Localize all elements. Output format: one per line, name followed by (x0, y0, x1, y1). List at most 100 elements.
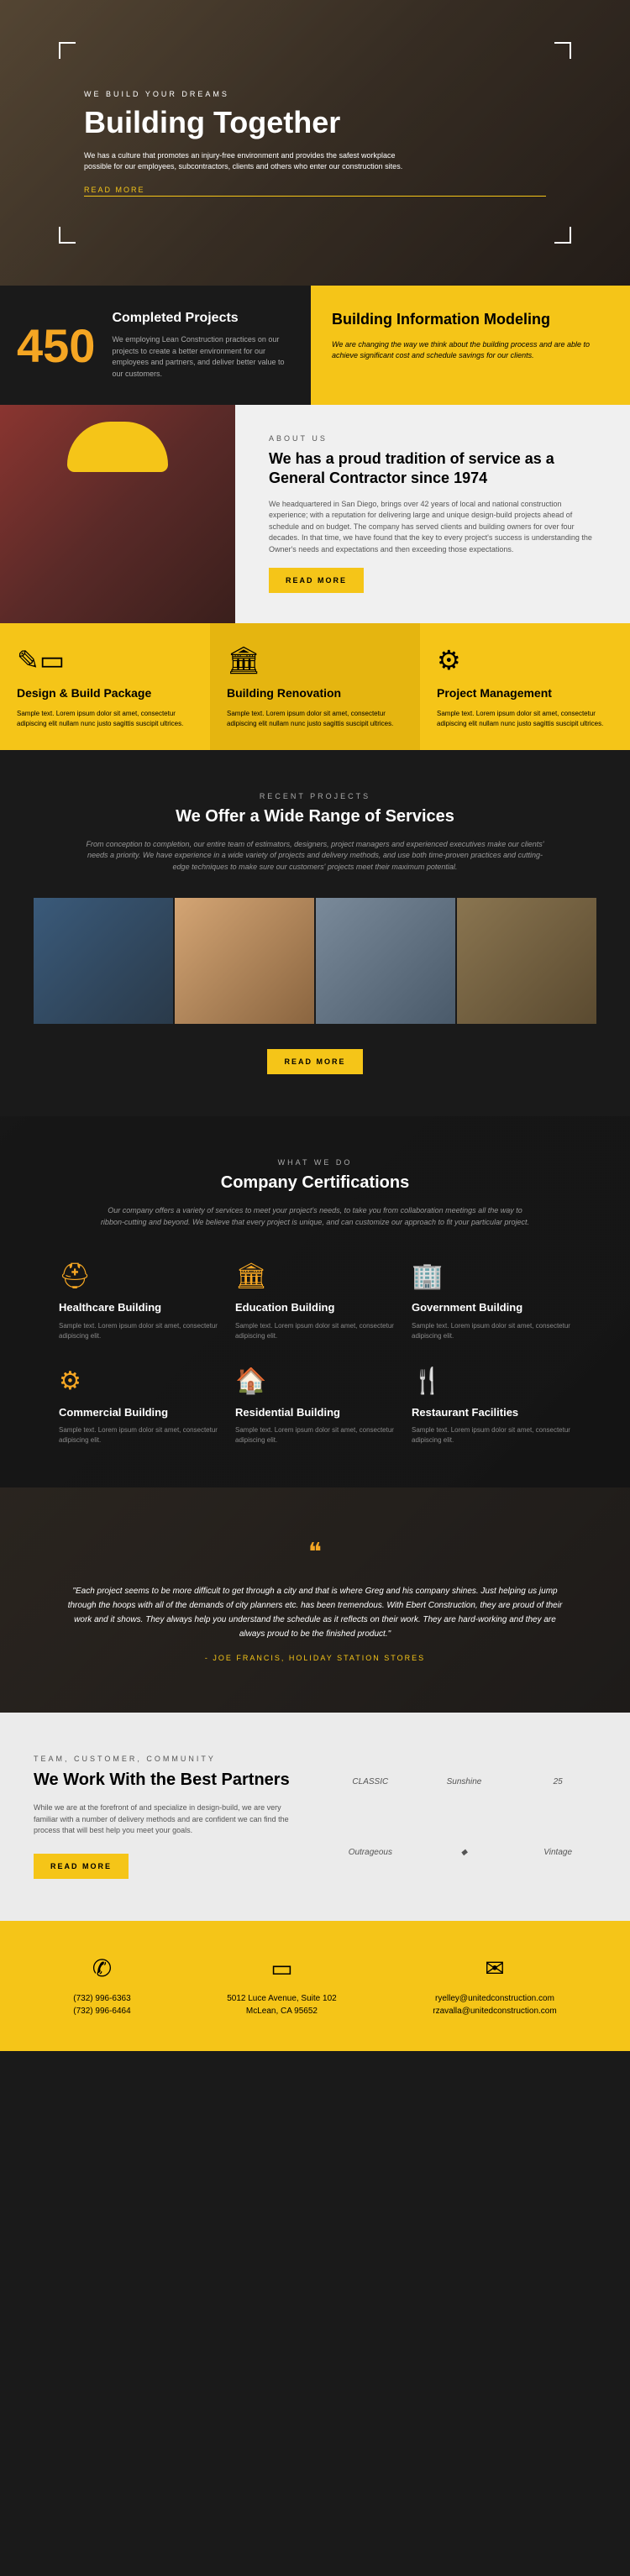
location-icon: ▭ (227, 1954, 336, 1982)
partner-logo: Vintage (519, 1848, 596, 1857)
cert-desc: Sample text. Lorem ipsum dolor sit amet,… (235, 1321, 395, 1341)
service-title: Building Renovation (227, 686, 403, 700)
cert-desc: Sample text. Lorem ipsum dolor sit amet,… (412, 1321, 571, 1341)
contact-address: ▭ 5012 Luce Avenue, Suite 102 McLean, CA… (227, 1954, 336, 2017)
partner-logo: ◆ (426, 1848, 503, 1857)
about-section: ABOUT US We has a proud tradition of ser… (0, 405, 630, 623)
crane-icon: ⚙ (437, 644, 613, 676)
cert-title: Healthcare Building (59, 1301, 218, 1314)
partners-title: We Work With the Best Partners (34, 1770, 298, 1790)
contact-section: ✆ (732) 996-6363 (732) 996-6464 ▭ 5012 L… (0, 1921, 630, 2051)
cert-item: ⚙ Commercial Building Sample text. Lorem i… (59, 1367, 218, 1446)
partner-logo: 25 (519, 1777, 596, 1786)
gallery (34, 898, 596, 1024)
testimonial-section: ❝ "Each project seems to be more difficu… (0, 1487, 630, 1713)
gallery-image[interactable] (175, 898, 314, 1024)
partners-read-more-button[interactable]: READ MORE (34, 1854, 129, 1879)
contact-email: ✉ ryelley@unitedconstruction.com rzavall… (433, 1954, 556, 2017)
cert-desc: Sample text. Lorem ipsum dolor sit amet,… (412, 1425, 571, 1445)
email-address: ryelley@unitedconstruction.com (433, 1992, 556, 2005)
cert-desc: Sample text. Lorem ipsum dolor sit amet,… (59, 1321, 218, 1341)
partner-logo: Outrageous (332, 1848, 409, 1857)
address-line: McLean, CA 95652 (227, 2005, 336, 2017)
about-image (0, 405, 235, 623)
partners-section: TEAM, CUSTOMER, COMMUNITY We Work With t… (0, 1713, 630, 1921)
service-card: 🏛 Building Renovation Sample text. Lorem… (210, 623, 420, 750)
partners-eyebrow: TEAM, CUSTOMER, COMMUNITY (34, 1755, 298, 1763)
corner-decoration (59, 227, 76, 244)
about-read-more-button[interactable]: READ MORE (269, 568, 364, 593)
gallery-image[interactable] (34, 898, 173, 1024)
hero-section: WE BUILD YOUR DREAMS Building Together W… (0, 0, 630, 286)
about-eyebrow: ABOUT US (269, 434, 596, 443)
cert-title: Education Building (235, 1301, 395, 1314)
cert-title: Residential Building (235, 1406, 395, 1419)
service-desc: Sample text. Lorem ipsum dolor sit amet,… (227, 709, 403, 729)
stats-number: 450 (17, 318, 95, 373)
hero-title: Building Together (84, 105, 546, 140)
cert-item: ⛑ Healthcare Building Sample text. Lorem i… (59, 1262, 218, 1341)
address-line: 5012 Luce Avenue, Suite 102 (227, 1992, 336, 2005)
email-icon: ✉ (433, 1954, 556, 1982)
projects-description: From conception to completion, our entir… (84, 839, 546, 874)
projects-title: We Offer a Wide Range of Services (34, 807, 596, 826)
info-title: Building Information Modeling (332, 311, 609, 329)
quote-icon: ❝ (67, 1538, 563, 1567)
projects-eyebrow: RECENT PROJECTS (34, 792, 596, 800)
gallery-image[interactable] (457, 898, 596, 1024)
email-address: rzavalla@unitedconstruction.com (433, 2005, 556, 2017)
gallery-image[interactable] (316, 898, 455, 1024)
commercial-icon: ⚙ (59, 1367, 218, 1396)
projects-read-more-button[interactable]: READ MORE (267, 1049, 362, 1074)
info-box: Building Information Modeling We are cha… (311, 286, 630, 405)
phone-number: (732) 996-6464 (73, 2005, 130, 2017)
partners-description: While we are at the forefront of and spe… (34, 1802, 298, 1837)
stats-description: We employing Lean Construction practices… (112, 334, 294, 380)
services-section: ✎▭ Design & Build Package Sample text. L… (0, 623, 630, 750)
partner-logo: Sunshine (426, 1777, 503, 1786)
testimonial-quote: "Each project seems to be more difficult… (67, 1584, 563, 1641)
hero-description: We has a culture that promotes an injury… (84, 150, 403, 173)
certs-description: Our company offers a variety of services… (97, 1205, 533, 1228)
cert-title: Government Building (412, 1301, 571, 1314)
corner-decoration (59, 42, 76, 59)
cert-item: 🏠 Residential Building Sample text. Lorem … (235, 1367, 395, 1446)
cert-title: Commercial Building (59, 1406, 218, 1419)
certs-eyebrow: WHAT WE DO (34, 1158, 596, 1167)
certifications-section: WHAT WE DO Company Certifications Our co… (0, 1116, 630, 1487)
cert-item: 🍴Restaurant FacilitiesSample text. Lorem… (412, 1367, 571, 1446)
cert-item: 🏛 Education Building Sample text. Lorem ip… (235, 1262, 395, 1341)
service-card: ✎▭ Design & Build Package Sample text. L… (0, 623, 210, 750)
certs-title: Company Certifications (34, 1173, 596, 1193)
partner-logos: CLASSIC Sunshine 25 Outrageous ◆ Vintage (332, 1755, 596, 1879)
service-title: Design & Build Package (17, 686, 193, 700)
projects-section: RECENT PROJECTS We Offer a Wide Range of… (0, 750, 630, 1117)
phone-icon: ✆ (73, 1954, 130, 1982)
phone-number: (732) 996-6363 (73, 1992, 130, 2005)
stats-box: 450 Completed Projects We employing Lean… (0, 286, 311, 405)
corner-decoration (554, 42, 571, 59)
stats-section: 450 Completed Projects We employing Lean… (0, 286, 630, 405)
corner-decoration (554, 227, 571, 244)
hero-eyebrow: WE BUILD YOUR DREAMS (84, 90, 546, 98)
healthcare-icon: ⛑ (59, 1262, 218, 1291)
service-desc: Sample text. Lorem ipsum dolor sit amet,… (437, 709, 613, 729)
stats-title: Completed Projects (112, 311, 294, 326)
service-desc: Sample text. Lorem ipsum dolor sit amet,… (17, 709, 193, 729)
contact-phone: ✆ (732) 996-6363 (732) 996-6464 (73, 1954, 130, 2017)
building-icon: 🏛 (227, 644, 403, 676)
testimonial-author: - JOE FRANCIS, HOLIDAY STATION STORES (67, 1654, 563, 1662)
residential-icon: 🏠 (235, 1367, 395, 1396)
info-description: We are changing the way we think about t… (332, 339, 609, 362)
government-icon: 🏢 (412, 1262, 571, 1291)
education-icon: 🏛 (235, 1262, 395, 1291)
cert-desc: Sample text. Lorem ipsum dolor sit amet,… (59, 1425, 218, 1445)
service-title: Project Management (437, 686, 613, 700)
hero-read-more-button[interactable]: READ MORE (84, 186, 546, 197)
cert-title: Restaurant Facilities (412, 1406, 571, 1419)
partner-logo: CLASSIC (332, 1777, 409, 1786)
cert-desc: Sample text. Lorem ipsum dolor sit amet,… (235, 1425, 395, 1445)
about-description: We headquartered in San Diego, brings ov… (269, 499, 596, 556)
design-icon: ✎▭ (17, 644, 193, 676)
service-card: ⚙ Project Management Sample text. Lorem … (420, 623, 630, 750)
